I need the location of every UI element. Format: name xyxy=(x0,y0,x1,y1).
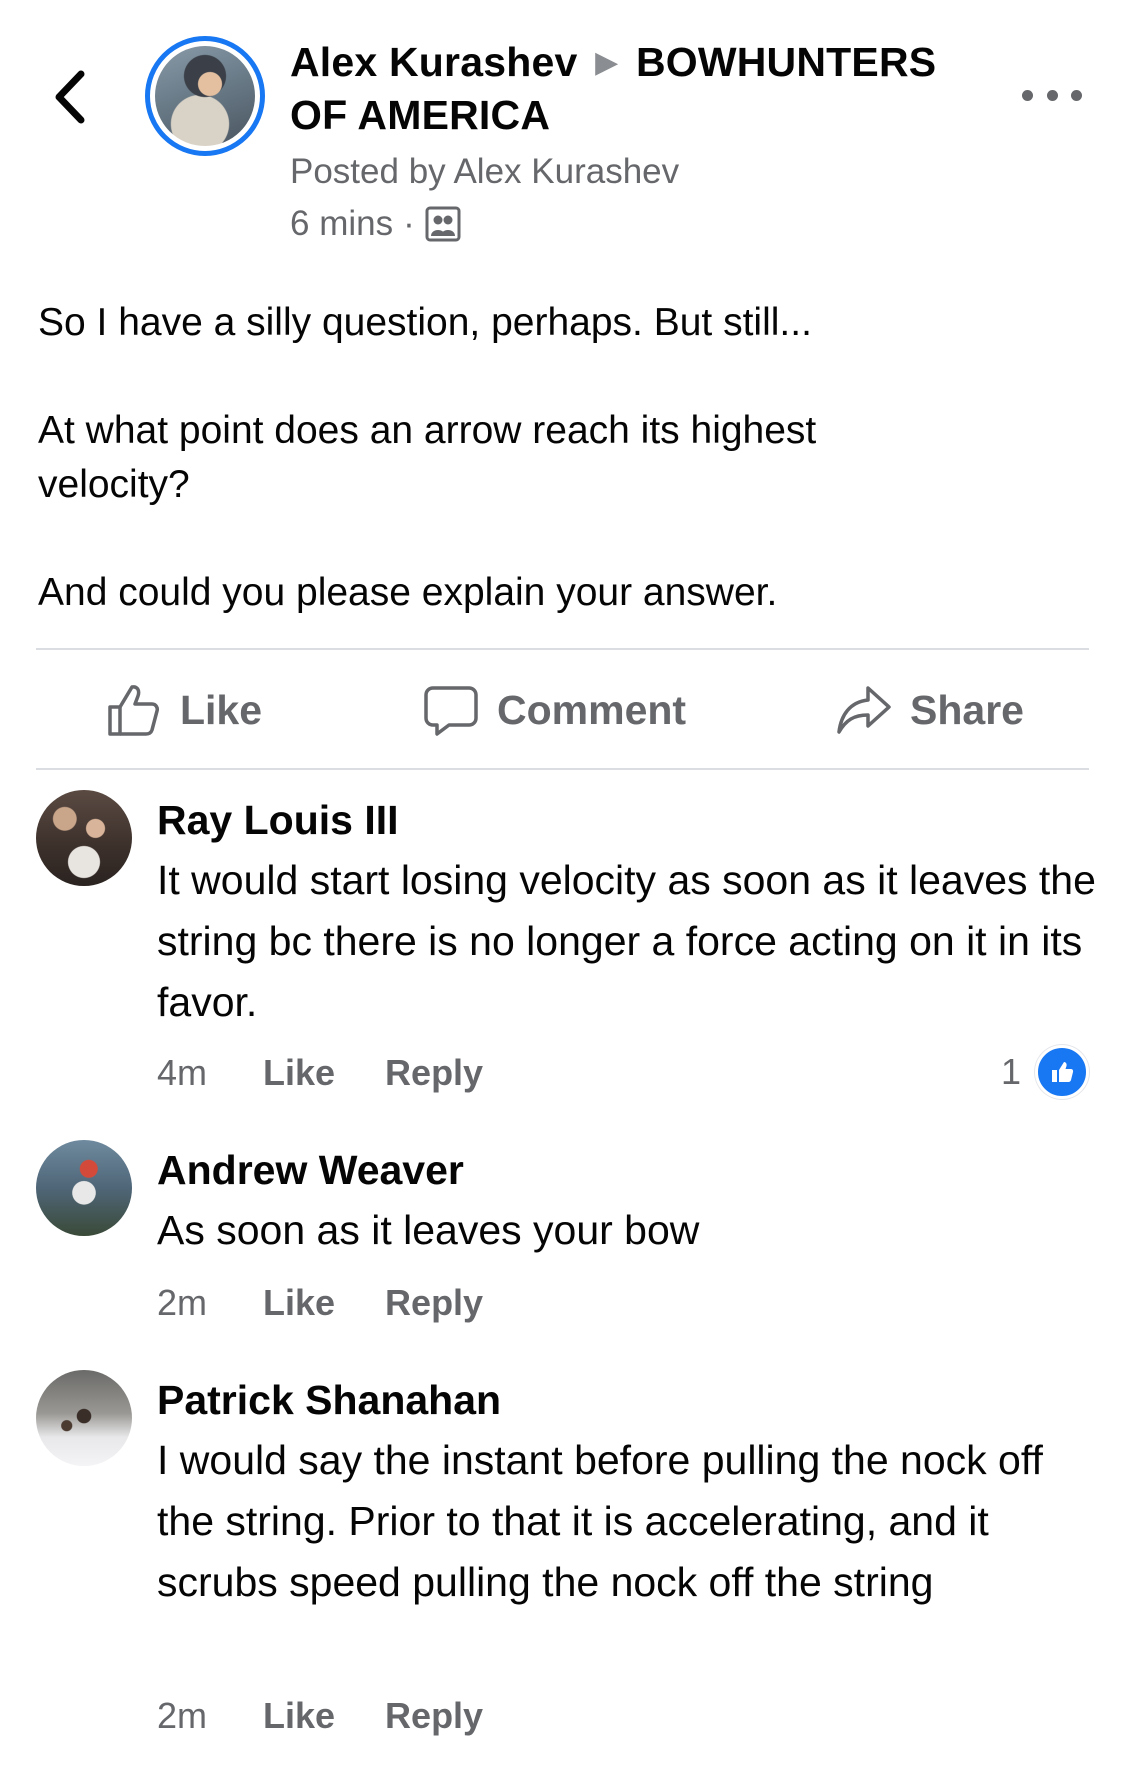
posted-by: Posted by Alex Kurashev xyxy=(290,152,680,191)
comment-actions: 2m Like Reply xyxy=(157,1280,533,1326)
commenter-avatar[interactable] xyxy=(36,1370,132,1466)
comment-reply-button[interactable]: Reply xyxy=(385,1050,483,1096)
back-button[interactable] xyxy=(40,62,100,132)
post-meta: 6 mins · xyxy=(290,202,461,246)
comment-like-button[interactable]: Like xyxy=(263,1050,335,1096)
comment-reply-button[interactable]: Reply xyxy=(385,1280,483,1326)
share-label: Share xyxy=(910,686,1024,733)
comment-text: I would say the instant before pulling t… xyxy=(157,1437,1043,1605)
more-dot xyxy=(1046,89,1058,101)
reaction-count: 1 xyxy=(1000,1051,1021,1092)
more-dot xyxy=(1022,89,1033,101)
comment-reactions[interactable]: 1 xyxy=(1001,1045,1089,1099)
like-button[interactable]: Like xyxy=(104,670,262,750)
commenter-avatar[interactable] xyxy=(36,1140,132,1236)
meta-separator: · xyxy=(403,204,415,243)
post-body: So I have a silly question, perhaps. But… xyxy=(38,296,1098,620)
divider xyxy=(36,648,1089,650)
author-name[interactable]: Alex Kurashev xyxy=(290,39,577,85)
like-reaction-icon xyxy=(1035,1045,1089,1099)
comment-actions: 2m Like Reply xyxy=(157,1693,533,1739)
comment-like-button[interactable]: Like xyxy=(263,1280,335,1326)
comment-time[interactable]: 2m xyxy=(157,1693,263,1739)
commenter-name[interactable]: Patrick Shanahan xyxy=(157,1374,501,1426)
like-label: Like xyxy=(180,686,263,733)
post-paragraph: And could you please explain your answer… xyxy=(38,571,778,614)
more-dot xyxy=(1071,89,1082,101)
commenter-name[interactable]: Andrew Weaver xyxy=(157,1144,464,1196)
post-paragraph: At what point does an arrow reach its hi… xyxy=(38,409,817,506)
comment-reply-button[interactable]: Reply xyxy=(385,1693,483,1739)
post-title: Alex Kurashev ▶ BOWHUNTERS OF AMERICA xyxy=(290,36,990,141)
commenter-avatar[interactable] xyxy=(36,790,132,886)
more-options-button[interactable] xyxy=(1022,80,1082,110)
share-arrow-icon xyxy=(837,686,891,734)
group-members-icon xyxy=(425,206,461,242)
post-paragraph: So I have a silly question, perhaps. But… xyxy=(38,301,812,344)
comment-time[interactable]: 2m xyxy=(157,1280,263,1326)
comment-icon xyxy=(424,686,478,736)
author-photo xyxy=(155,46,255,146)
comment-text: As soon as it leaves your bow xyxy=(157,1207,700,1253)
divider xyxy=(36,768,1089,770)
comment-text: It would start losing velocity as soon a… xyxy=(157,857,1096,1025)
post-time[interactable]: 6 mins xyxy=(290,202,393,246)
share-button[interactable]: Share xyxy=(836,670,1024,750)
comment-time[interactable]: 4m xyxy=(157,1050,263,1096)
chevron-left-icon xyxy=(55,70,85,124)
arrow-right-icon: ▶ xyxy=(595,46,619,79)
commenter-name[interactable]: Ray Louis III xyxy=(157,794,399,846)
comment-button[interactable]: Comment xyxy=(423,670,686,750)
comment-actions: 4m Like Reply xyxy=(157,1050,533,1096)
thumbs-up-icon xyxy=(108,685,159,736)
comment-like-button[interactable]: Like xyxy=(263,1693,335,1739)
author-avatar[interactable] xyxy=(145,36,265,156)
comment-label: Comment xyxy=(497,686,687,733)
